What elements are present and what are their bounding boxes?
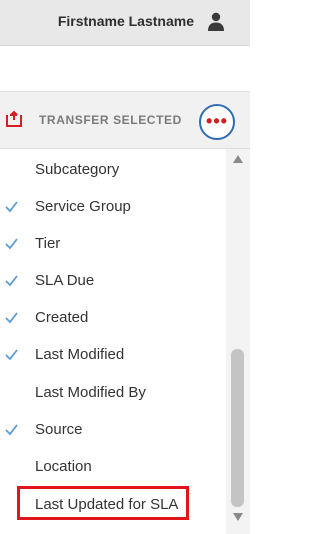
scrollbar-thumb[interactable] [231,349,244,507]
checkmark-icon [5,312,18,324]
more-icon: ••• [206,111,228,131]
menu-item-label: Created [35,309,89,326]
menu-item-source[interactable]: Source [0,414,226,451]
person-icon[interactable] [207,12,225,31]
menu-item-subcategory[interactable]: Subcategory [0,154,226,191]
scroll-up-arrow-icon[interactable] [233,155,243,163]
menu-item-label: SLA Due [35,272,95,289]
app-header: Firstname Lastname [0,0,250,46]
column-menu: Subcategory Service Group Tier SLA Due C… [0,148,250,534]
menu-item-created[interactable]: Created [0,302,226,339]
checkmark-icon [5,275,18,287]
menu-item-tier[interactable]: Tier [0,228,226,265]
menu-item-sla-due[interactable]: SLA Due [0,265,226,302]
scroll-down-arrow-icon[interactable] [233,513,243,521]
menu-item-label: Service Group [35,198,131,215]
menu-item-label: Tier [35,235,61,252]
blank-band [0,46,250,92]
menu-item-label: Location [35,458,92,475]
checkmark-icon [5,424,18,436]
checkmark-icon [5,238,18,250]
menu-item-label: Last Modified [35,346,125,363]
menu-item-service-group[interactable]: Service Group [0,191,226,228]
menu-item-location[interactable]: Location [0,451,226,488]
menu-item-label: Subcategory [35,161,120,178]
menu-item-label: Last Modified By [35,384,146,401]
menu-item-last-modified[interactable]: Last Modified [0,339,226,376]
menu-item-last-modified-by[interactable]: Last Modified By [0,377,226,414]
menu-item-label: Source [35,421,83,438]
checkmark-icon [5,201,18,213]
checkmark-icon [5,349,18,361]
user-name[interactable]: Firstname Lastname [58,13,194,29]
transfer-icon[interactable] [5,110,23,128]
more-options-button[interactable]: ••• [199,104,235,140]
transfer-selected-button[interactable]: TRANSFER SELECTED [39,113,182,127]
highlight-box [17,486,189,520]
